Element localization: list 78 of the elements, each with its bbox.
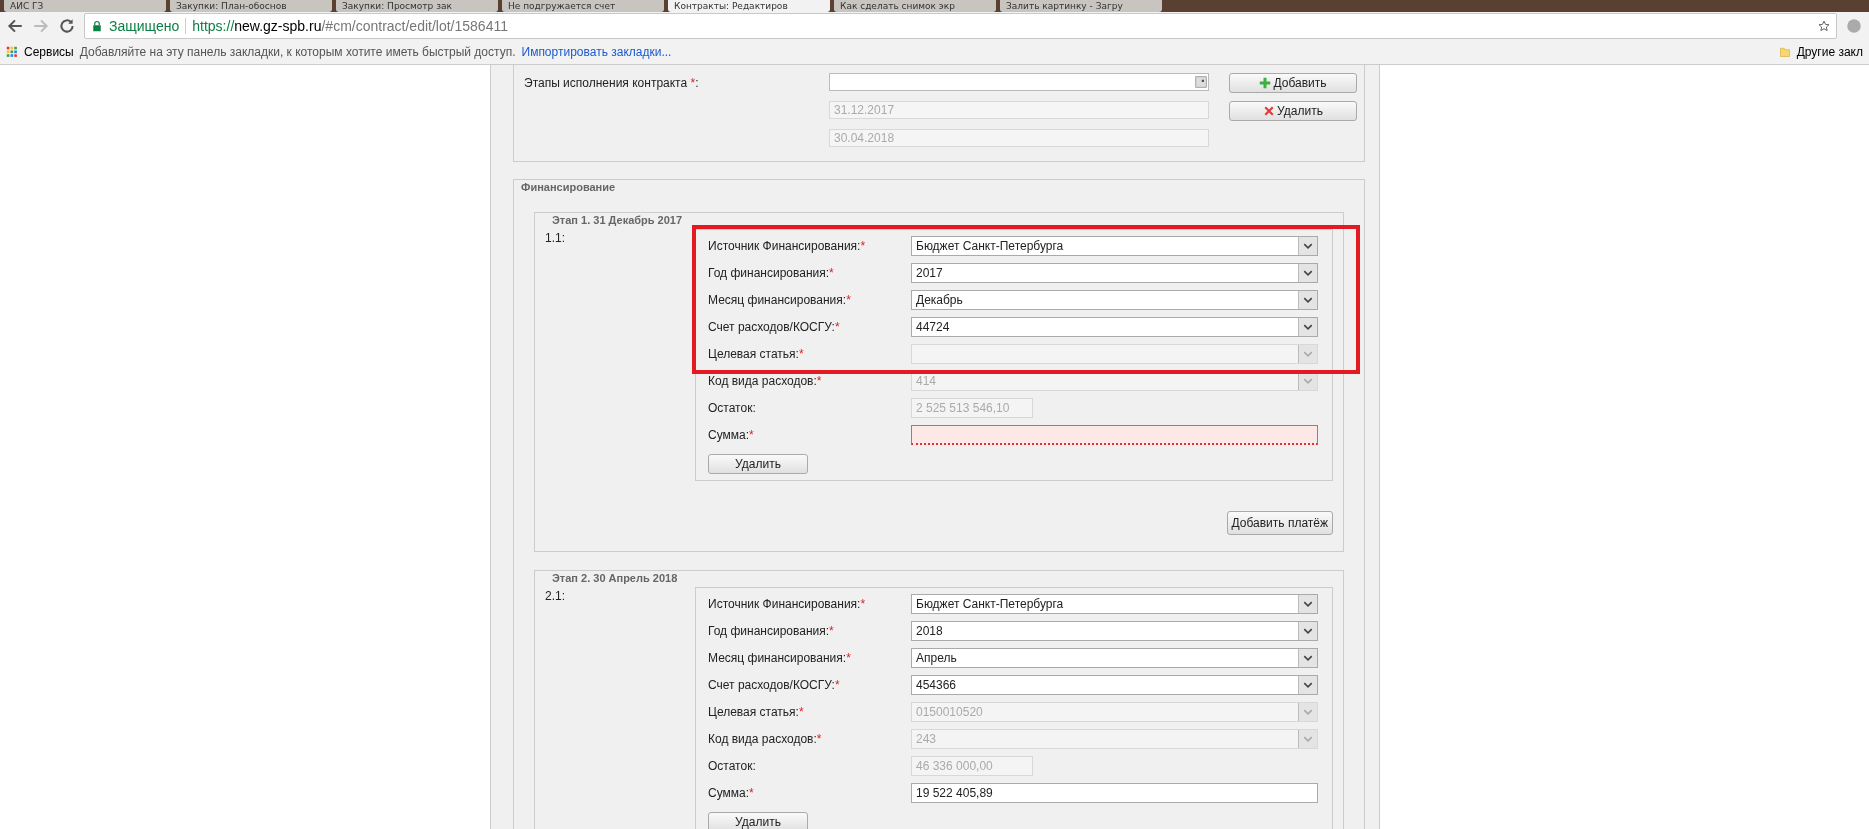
import-bookmarks-link[interactable]: Импортировать закладки... xyxy=(521,45,672,59)
dropdown-field[interactable]: 44724 xyxy=(911,317,1318,337)
secure-label: Защищено xyxy=(109,18,180,34)
plus-icon xyxy=(1259,77,1272,89)
input-field[interactable]: 19 522 405,89 xyxy=(911,783,1318,803)
other-bookmarks[interactable]: Другие закл xyxy=(1796,45,1863,59)
field-label: Источник Финансирования:* xyxy=(708,239,867,253)
dropdown-field[interactable]: Апрель xyxy=(911,648,1318,668)
field-label: Целевая статья:* xyxy=(708,705,805,719)
field-label: Код вида расходов:* xyxy=(708,732,823,746)
dropdown-field: 243 xyxy=(911,729,1318,749)
field-label: Остаток: xyxy=(708,759,757,773)
extension-icon xyxy=(1845,17,1863,35)
dropdown-field[interactable]: 2018 xyxy=(911,621,1318,641)
calendar-icon xyxy=(1195,76,1207,88)
browser-tab[interactable]: Закупки: Просмотр зак xyxy=(336,0,498,12)
chevron-down-icon xyxy=(1303,322,1313,332)
date-field: 31.12.2017 xyxy=(829,101,1209,119)
field-label: Целевая статья:* xyxy=(708,347,805,361)
apps-icon xyxy=(6,46,18,58)
chevron-down-icon xyxy=(1303,295,1313,305)
field-label: Этапы исполнения контракта *: xyxy=(524,76,700,90)
back-icon xyxy=(6,17,24,35)
field-label: Счет расходов/КОСГУ:* xyxy=(708,678,841,692)
field-label: Код вида расходов:* xyxy=(708,374,823,388)
lock-icon xyxy=(91,20,103,32)
star-icon xyxy=(1818,20,1830,32)
readonly-field: 2 525 513 546,10 xyxy=(911,398,1033,418)
readonly-field: 46 336 000,00 xyxy=(911,756,1033,776)
chevron-down-icon xyxy=(1303,680,1313,690)
input-field[interactable] xyxy=(911,425,1318,445)
browser-tab[interactable]: Закупки: План-обоснов xyxy=(170,0,332,12)
field-label: Год финансирования:* xyxy=(708,624,835,638)
browser-tab[interactable]: Залить картинку - Загру xyxy=(1000,0,1162,12)
date-field: 30.04.2018 xyxy=(829,129,1209,147)
chevron-down-icon xyxy=(1303,599,1313,609)
browser-tab[interactable]: Не подгружается счет xyxy=(502,0,664,12)
field-label: Сумма:* xyxy=(708,428,755,442)
field-label: Год финансирования:* xyxy=(708,266,835,280)
chevron-down-icon xyxy=(1303,734,1313,744)
folder-icon xyxy=(1778,46,1791,58)
field-label: Остаток: xyxy=(708,401,757,415)
field-label: Счет расходов/КОСГУ:* xyxy=(708,320,841,334)
dropdown-field[interactable]: Декабрь xyxy=(911,290,1318,310)
url-text: https://new.gz-spb.ru/#cm/contract/edit/lot/1586411 xyxy=(192,18,508,34)
dropdown-field[interactable]: 2017 xyxy=(911,263,1318,283)
add-button[interactable]: Добавить xyxy=(1229,73,1357,93)
browser-tab[interactable]: Контракты: Редактиров xyxy=(668,0,830,12)
chevron-down-icon xyxy=(1303,241,1313,251)
chevron-down-icon xyxy=(1303,349,1313,359)
bookmarks-hint: Добавляйте на эту панель закладки, к которым хотите иметь быстрый доступ. xyxy=(79,45,516,59)
browser-tab[interactable]: АИС ГЗ xyxy=(4,0,166,12)
chevron-down-icon xyxy=(1303,707,1313,717)
address-bar[interactable]: Защищено https://new.gz-spb.ru/#cm/contract/edit/lot/1586411 xyxy=(84,13,1837,39)
forward-icon xyxy=(32,17,50,35)
chevron-down-icon xyxy=(1303,376,1313,386)
cross-icon xyxy=(1263,105,1276,117)
delete-button[interactable]: Удалить xyxy=(708,454,808,474)
dropdown-field[interactable]: Бюджет Санкт-Петербурга xyxy=(911,236,1318,256)
chevron-down-icon xyxy=(1303,626,1313,636)
chevron-down-icon xyxy=(1303,653,1313,663)
browser-tab[interactable]: Как сделать снимок экр xyxy=(834,0,996,12)
dropdown-field[interactable]: 454366 xyxy=(911,675,1318,695)
field-label: Месяц финансирования:* xyxy=(708,293,852,307)
delete-button[interactable]: Удалить xyxy=(1229,101,1357,121)
payment-number: 2.1: xyxy=(545,588,566,605)
dropdown-field[interactable]: Бюджет Санкт-Петербурга xyxy=(911,594,1318,614)
chevron-down-icon xyxy=(1303,268,1313,278)
field-label: Источник Финансирования:* xyxy=(708,597,867,611)
field-label: Сумма:* xyxy=(708,786,755,800)
add-payment-button[interactable]: Добавить платёж xyxy=(1226,511,1333,535)
field-label: Месяц финансирования:* xyxy=(708,651,852,665)
reload-icon xyxy=(58,17,76,35)
apps-link[interactable]: Сервисы xyxy=(24,45,74,59)
dropdown-field: 0150010520 xyxy=(911,702,1318,722)
date-picker-field[interactable] xyxy=(829,73,1209,91)
payment-number: 1.1: xyxy=(545,230,566,247)
delete-button[interactable]: Удалить xyxy=(708,812,808,829)
